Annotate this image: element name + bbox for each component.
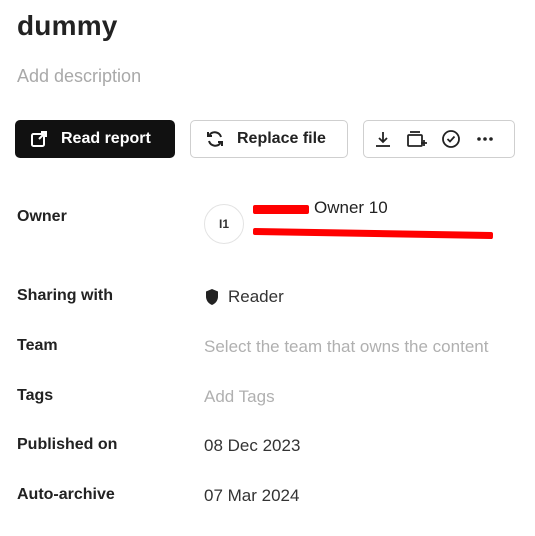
read-report-button[interactable]: Read report: [15, 120, 175, 158]
refresh-icon: [205, 129, 225, 149]
add-to-collection-icon[interactable]: [406, 128, 428, 150]
replace-file-label: Replace file: [237, 130, 326, 147]
published-value: 08 Dec 2023: [204, 436, 301, 455]
sharing-label: Sharing with: [17, 287, 113, 304]
sharing-value[interactable]: Reader: [204, 287, 284, 307]
read-report-label: Read report: [61, 130, 151, 147]
redaction-bar: [253, 205, 309, 214]
open-external-icon: [29, 129, 49, 149]
auto-archive-value[interactable]: 07 Mar 2024: [204, 486, 299, 506]
approve-check-icon[interactable]: [440, 128, 462, 150]
action-toolbar: Read report Replace file: [15, 120, 515, 160]
published-label: Published on: [17, 436, 118, 453]
tags-label: Tags: [17, 387, 54, 404]
icon-toolbar: [363, 120, 515, 158]
download-icon[interactable]: [372, 128, 394, 150]
description-input[interactable]: Add description: [17, 66, 141, 87]
replace-file-button[interactable]: Replace file: [190, 120, 348, 158]
sharing-value-label: Reader: [228, 287, 284, 306]
avatar: I1: [204, 204, 244, 244]
tags-input[interactable]: Add Tags: [204, 387, 275, 407]
team-select[interactable]: Select the team that owns the content: [204, 337, 488, 357]
auto-archive-label: Auto-archive: [17, 486, 115, 503]
page-title: dummy: [17, 10, 118, 41]
redaction-bar: [252, 227, 494, 240]
team-label: Team: [17, 337, 58, 354]
owner-label: Owner: [17, 208, 67, 225]
more-options-icon[interactable]: [474, 128, 496, 150]
shield-icon: [204, 288, 220, 306]
